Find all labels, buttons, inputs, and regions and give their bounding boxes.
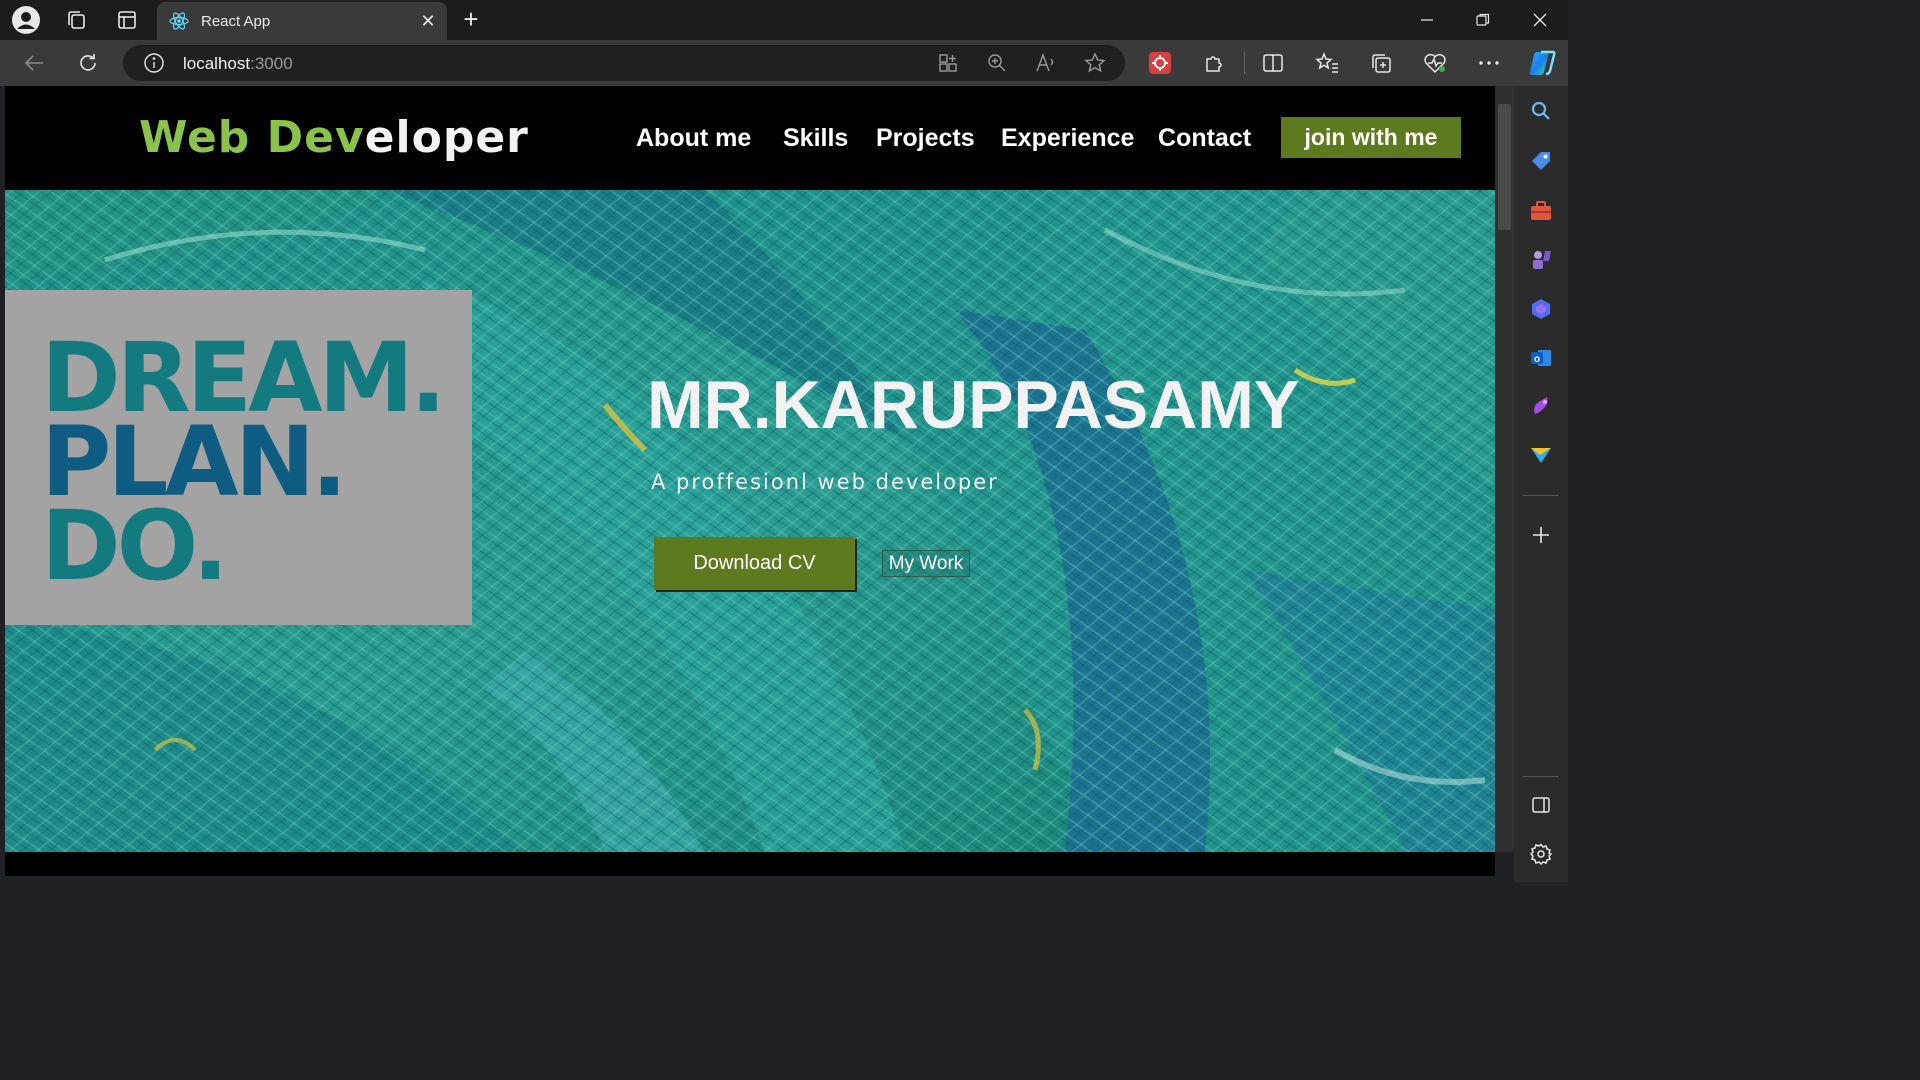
sidebar-separator — [1523, 776, 1559, 777]
split-screen-icon[interactable] — [1259, 49, 1287, 77]
logo-green-part: Web Dev — [139, 112, 365, 163]
dream-plan-do-card: DREAM. PLAN. DO. — [5, 290, 472, 625]
zoom-icon[interactable] — [983, 49, 1011, 77]
settings-gear-icon[interactable] — [1527, 840, 1555, 868]
edge-sidebar: o — [1514, 86, 1568, 882]
add-icon[interactable] — [1527, 521, 1555, 549]
profile-icon[interactable] — [12, 6, 40, 34]
address-bar[interactable]: localhost:3000 — [123, 45, 1125, 81]
nav-link-skills[interactable]: Skills — [783, 124, 848, 153]
app-available-icon[interactable] — [934, 49, 962, 77]
site-navbar: Web Developer About me Skills Projects E… — [5, 86, 1495, 190]
title-bar: React App ✕ + — [0, 0, 1568, 40]
hero-section: DREAM. PLAN. DO. MR.KARUPPASAMY A proffe… — [5, 190, 1495, 852]
close-window-icon[interactable] — [1512, 0, 1568, 40]
copilot-icon[interactable] — [1526, 47, 1558, 79]
browser-essentials-icon[interactable] — [1421, 49, 1449, 77]
info-icon[interactable] — [140, 49, 168, 77]
my-work-button[interactable]: My Work — [882, 550, 970, 577]
games-icon[interactable] — [1527, 245, 1555, 273]
read-aloud-icon[interactable] — [1032, 49, 1060, 77]
favorites-icon[interactable] — [1313, 49, 1341, 77]
shopping-tag-icon[interactable] — [1527, 147, 1555, 175]
logo-white-part: eloper — [364, 112, 529, 163]
extension-red-icon[interactable] — [1146, 49, 1174, 77]
minimize-icon[interactable] — [1399, 0, 1455, 40]
hero-subtitle: A proffesionl web developer — [651, 470, 999, 494]
favorite-star-icon[interactable] — [1081, 49, 1109, 77]
workspaces-icon[interactable] — [62, 6, 90, 34]
sidebar-separator — [1523, 495, 1559, 496]
toolbar-divider — [1244, 52, 1245, 74]
hide-sidebar-icon[interactable] — [1527, 791, 1555, 819]
join-with-me-button[interactable]: join with me — [1281, 117, 1461, 158]
tools-icon[interactable] — [1527, 197, 1555, 225]
browser-tab[interactable]: React App ✕ — [157, 2, 447, 40]
new-tab-button[interactable]: + — [456, 6, 486, 34]
nav-link-contact[interactable]: Contact — [1158, 124, 1251, 153]
extensions-icon[interactable] — [1200, 49, 1228, 77]
tab-title: React App — [201, 12, 271, 30]
svg-text:o: o — [1534, 354, 1540, 365]
page-viewport: Web Developer About me Skills Projects E… — [5, 86, 1495, 876]
nav-link-projects[interactable]: Projects — [876, 124, 975, 153]
more-menu-icon[interactable] — [1475, 49, 1503, 77]
nav-link-experience[interactable]: Experience — [1001, 124, 1134, 153]
tab-close-icon[interactable]: ✕ — [417, 10, 439, 32]
download-cv-button[interactable]: Download CV — [654, 537, 855, 590]
site-logo[interactable]: Web Developer — [139, 112, 529, 163]
browser-toolbar: localhost:3000 — [0, 40, 1568, 86]
tab-actions-icon[interactable] — [113, 6, 141, 34]
send-icon[interactable] — [1527, 441, 1555, 469]
hero-name-heading: MR.KARUPPASAMY — [647, 367, 1300, 443]
back-icon[interactable] — [20, 49, 48, 77]
url-text[interactable]: localhost:3000 — [183, 54, 293, 74]
designer-icon[interactable] — [1527, 392, 1555, 420]
search-icon[interactable] — [1527, 97, 1555, 125]
dream-line-3: DO. — [41, 490, 229, 602]
restore-icon[interactable] — [1455, 0, 1511, 40]
refresh-icon[interactable] — [74, 49, 102, 77]
nav-link-about[interactable]: About me — [636, 124, 751, 153]
react-icon — [169, 12, 189, 30]
collections-icon[interactable] — [1367, 49, 1395, 77]
scrollbar-thumb[interactable] — [1498, 104, 1511, 230]
copilot-side-icon[interactable] — [1527, 295, 1555, 323]
outlook-icon[interactable]: o — [1527, 344, 1555, 372]
